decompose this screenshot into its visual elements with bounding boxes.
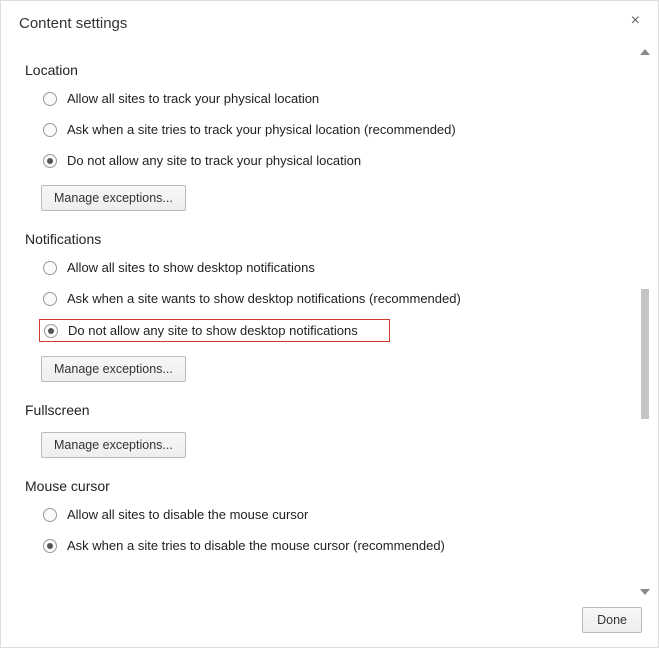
radio-icon [43, 92, 57, 106]
scroll-up-icon[interactable] [640, 49, 650, 55]
radio-icon [43, 508, 57, 522]
radio-notifications-ask[interactable]: Ask when a site wants to show desktop no… [43, 288, 624, 309]
radio-mouse-ask[interactable]: Ask when a site tries to disable the mou… [43, 535, 624, 556]
radio-notifications-allow[interactable]: Allow all sites to show desktop notifica… [43, 257, 624, 278]
radio-icon [44, 324, 58, 338]
section-title-notifications: Notifications [25, 231, 624, 247]
manage-exceptions-location-button[interactable]: Manage exceptions... [41, 185, 186, 211]
radio-location-ask[interactable]: Ask when a site tries to track your phys… [43, 119, 624, 140]
radio-notifications-block[interactable]: Do not allow any site to show desktop no… [39, 319, 390, 342]
dialog-title: Content settings [19, 15, 127, 32]
radio-label: Allow all sites to disable the mouse cur… [67, 507, 308, 522]
dialog-header: Content settings × [1, 1, 658, 38]
section-title-mouse: Mouse cursor [25, 478, 624, 494]
radio-mouse-allow[interactable]: Allow all sites to disable the mouse cur… [43, 504, 624, 525]
radio-label: Do not allow any site to track your phys… [67, 153, 361, 168]
radio-label: Allow all sites to show desktop notifica… [67, 260, 315, 275]
vertical-scrollbar[interactable] [638, 49, 652, 595]
manage-exceptions-fullscreen-button[interactable]: Manage exceptions... [41, 432, 186, 458]
radio-label: Do not allow any site to show desktop no… [68, 323, 358, 338]
radio-label: Allow all sites to track your physical l… [67, 91, 319, 106]
scroll-down-icon[interactable] [640, 589, 650, 595]
radio-icon [43, 292, 57, 306]
radio-location-allow[interactable]: Allow all sites to track your physical l… [43, 88, 624, 109]
scroll-area: Location Allow all sites to track your p… [1, 38, 658, 597]
radio-label: Ask when a site wants to show desktop no… [67, 291, 461, 306]
radio-icon [43, 261, 57, 275]
dialog-footer: Done [1, 597, 658, 647]
content-settings-dialog: Content settings × Location Allow all si… [1, 1, 658, 647]
radio-location-block[interactable]: Do not allow any site to track your phys… [43, 150, 624, 171]
manage-exceptions-notifications-button[interactable]: Manage exceptions... [41, 356, 186, 382]
close-icon[interactable]: × [631, 13, 640, 29]
section-title-location: Location [25, 62, 624, 78]
radio-icon [43, 539, 57, 553]
radio-label: Ask when a site tries to disable the mou… [67, 538, 445, 553]
radio-icon [43, 123, 57, 137]
section-title-fullscreen: Fullscreen [25, 402, 624, 418]
done-button[interactable]: Done [582, 607, 642, 633]
scroll-thumb[interactable] [641, 289, 649, 419]
radio-label: Ask when a site tries to track your phys… [67, 122, 456, 137]
radio-icon [43, 154, 57, 168]
